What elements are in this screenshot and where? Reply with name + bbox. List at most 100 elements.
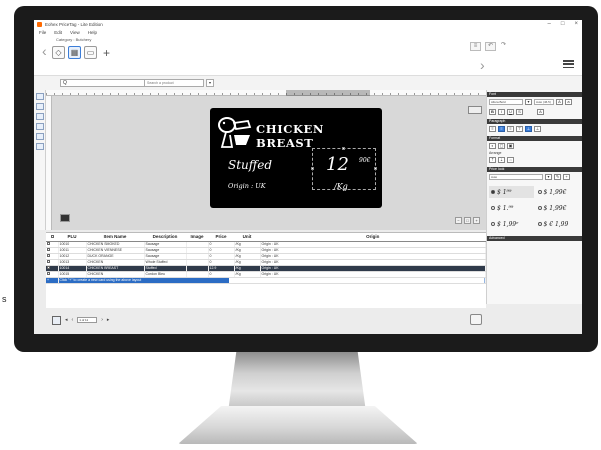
bold-button[interactable]: B <box>489 109 496 115</box>
price-style-option[interactable]: $ 1.⁹⁹ <box>489 202 534 214</box>
panel-header-advanced[interactable]: Advanced <box>487 236 582 241</box>
search-dropdown-button[interactable]: ▾ <box>206 79 214 87</box>
price-look-select[interactable]: Auto <box>489 174 543 180</box>
new-row-add-icon[interactable]: + <box>46 277 59 284</box>
chevron-left-icon[interactable]: ‹ <box>42 44 47 58</box>
chevron-right-icon[interactable]: › <box>480 58 485 72</box>
price-label-preview[interactable]: CHICKEN BREAST Stuffed Origin : UK 12 90… <box>210 108 382 208</box>
bring-front-button[interactable]: ⇡ <box>489 157 496 163</box>
price-style-option[interactable]: $ 1,99ᵉ <box>489 218 534 230</box>
redo-button[interactable]: ↷ <box>498 42 509 51</box>
design-canvas[interactable]: CHICKEN BREAST Stuffed Origin : UK 12 90… <box>52 96 486 230</box>
align-right-button[interactable]: ≡ <box>507 126 514 132</box>
image-tool-icon[interactable] <box>36 113 44 120</box>
search-row: Q Search a product ▾ <box>34 76 582 90</box>
font-color-button[interactable]: A <box>537 109 544 115</box>
menu-edit[interactable]: Edit <box>54 30 62 35</box>
column-header-plu[interactable]: PLU <box>58 233 86 242</box>
select-tool-icon[interactable] <box>36 93 44 100</box>
search-input[interactable]: Q <box>60 79 146 87</box>
label-price-cents[interactable]: 90€ <box>359 157 370 164</box>
label-origin[interactable]: Origin : UK <box>228 182 266 190</box>
align-left-button[interactable]: ≡ <box>489 126 496 132</box>
last-page-icon[interactable]: ▸ <box>107 317 110 323</box>
chicken-icon <box>218 117 252 148</box>
prev-page-icon[interactable]: ‹ <box>72 317 74 323</box>
price-style-option[interactable]: $ 1⁹⁹ <box>489 186 534 198</box>
valign-bottom-button[interactable]: ⊥ <box>534 126 541 132</box>
new-row-hint[interactable]: + Click "+" to create a new card using th… <box>46 277 486 284</box>
price-edit-button[interactable]: ✎ <box>554 174 561 180</box>
font-dropdown-button[interactable]: ▾ <box>525 99 532 105</box>
column-header-description[interactable]: Description <box>144 233 186 242</box>
shadow-button[interactable]: ▣ <box>507 143 514 149</box>
strike-button[interactable]: S <box>516 109 523 115</box>
zoom-tool-icon[interactable] <box>36 143 44 150</box>
label-subtitle[interactable]: Stuffed <box>228 158 272 172</box>
select-all-checkbox[interactable] <box>46 233 58 242</box>
column-header-origin[interactable]: Origin <box>260 233 486 242</box>
text-tool-icon[interactable] <box>36 103 44 110</box>
column-header-item-name[interactable]: Item Name <box>86 233 144 242</box>
align-center-button[interactable]: ≡ <box>498 126 505 132</box>
radio-icon <box>537 206 542 210</box>
export-button[interactable] <box>470 314 482 325</box>
grid-view-button[interactable]: ▦ <box>68 46 81 59</box>
minimize-icon[interactable]: – <box>548 21 551 27</box>
title-bar: Eohex PriceTag - Lite Edition – □ × <box>34 20 582 29</box>
valign-middle-button[interactable]: ⊥ <box>525 126 532 132</box>
label-product-title[interactable]: CHICKEN BREAST <box>256 122 382 150</box>
search-field[interactable]: Search a product <box>144 79 204 87</box>
barcode-tool-icon[interactable] <box>36 133 44 140</box>
layout-view-button[interactable]: ◇ <box>52 46 65 59</box>
column-header-image[interactable]: Image <box>186 233 208 242</box>
column-header-price[interactable]: Price <box>208 233 234 242</box>
fill-color-button[interactable]: ◐ <box>489 143 496 149</box>
next-page-icon[interactable]: › <box>101 317 103 323</box>
font-grow-button[interactable]: A <box>556 99 563 105</box>
menu-file[interactable]: File <box>39 30 46 35</box>
window-controls: – □ × <box>548 21 578 27</box>
underline-button[interactable]: U <box>507 109 514 115</box>
menu-view[interactable]: View <box>70 30 80 35</box>
resize-handle[interactable] <box>311 167 314 170</box>
valign-top-button[interactable]: ⊤ <box>516 126 523 132</box>
price-style-option[interactable]: $ 1,99€ <box>536 186 581 198</box>
radio-icon <box>537 190 542 194</box>
font-shrink-button[interactable]: a <box>565 99 572 105</box>
zoom-fit-button[interactable]: □ <box>464 217 471 224</box>
first-page-icon[interactable]: ◂ <box>65 317 68 323</box>
shape-tool-icon[interactable] <box>36 123 44 130</box>
close-icon[interactable]: × <box>574 21 578 27</box>
resize-handle[interactable] <box>342 147 345 150</box>
label-price[interactable]: 12 <box>326 154 349 175</box>
italic-button[interactable]: I <box>498 109 505 115</box>
column-header-unit[interactable]: Unit <box>234 233 260 242</box>
page-thumbnail[interactable] <box>60 214 70 222</box>
zoom-out-button[interactable]: − <box>455 217 462 224</box>
print-button[interactable]: ▭ <box>84 46 97 59</box>
price-add-button[interactable]: + <box>563 174 570 180</box>
toolbar-option-button[interactable]: ≡ <box>470 42 481 51</box>
price-look-dropdown[interactable]: ▾ <box>545 174 552 180</box>
zoom-in-button[interactable]: + <box>473 217 480 224</box>
add-button[interactable]: + <box>100 46 113 60</box>
border-button[interactable]: ▢ <box>498 143 505 149</box>
price-style-option[interactable]: $ € 1,99 <box>536 218 581 230</box>
page-indicator[interactable]: 1 of 11 <box>77 317 98 323</box>
send-back-button[interactable]: ⇣ <box>498 157 505 163</box>
font-size-field[interactable]: Auto (46.5) <box>534 99 554 105</box>
menu-help[interactable]: Help <box>88 30 97 35</box>
radio-icon <box>491 190 495 194</box>
label-unit[interactable]: /Kg <box>334 182 348 191</box>
table-footer: ◂ ‹ 1 of 11 › ▸ <box>52 314 482 326</box>
hamburger-menu-icon[interactable] <box>563 60 574 68</box>
resize-handle[interactable] <box>374 167 377 170</box>
maximize-icon[interactable]: □ <box>561 21 565 27</box>
price-style-option[interactable]: $ 1,99€ <box>536 202 581 214</box>
undo-button[interactable]: ↶ <box>485 42 496 51</box>
table-settings-icon[interactable] <box>52 315 61 325</box>
align-button[interactable]: ⇔ <box>507 157 514 163</box>
canvas-mode-button[interactable] <box>468 106 482 114</box>
font-family-select[interactable]: Allura Bold <box>489 99 523 105</box>
